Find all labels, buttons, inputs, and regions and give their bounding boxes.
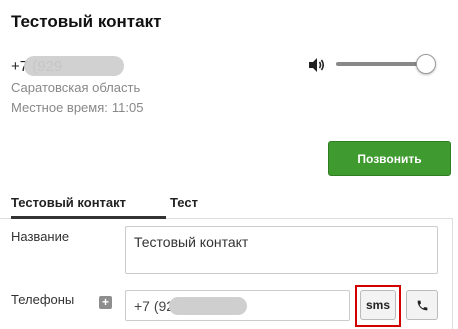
phone-field-text: +7 (92 xyxy=(134,297,175,314)
panel-right-edge xyxy=(452,218,453,329)
phone-icon xyxy=(417,300,427,310)
contact-phone: +7 (929 xyxy=(11,56,125,76)
tab-test-contact[interactable]: Тестовый контакт xyxy=(11,195,126,210)
phone-field[interactable]: +7 (92 xyxy=(125,290,350,321)
name-label: Название xyxy=(11,229,70,244)
volume-slider-handle[interactable] xyxy=(416,54,436,74)
call-button[interactable]: Позвонить xyxy=(328,141,451,176)
volume-icon[interactable] xyxy=(308,57,326,73)
contact-region: Саратовская область xyxy=(11,80,141,95)
sms-button[interactable]: sms xyxy=(360,290,396,320)
local-time-value: 11:05 xyxy=(111,100,144,115)
local-time-label: Местное время: xyxy=(11,100,108,115)
local-time: Местное время: 11:05 xyxy=(11,100,143,115)
active-tab-indicator xyxy=(11,216,166,219)
phones-label: Телефоны xyxy=(11,292,75,307)
call-phone-button[interactable] xyxy=(406,290,438,320)
name-field[interactable]: Тестовый контакт xyxy=(125,226,438,274)
tab-test[interactable]: Тест xyxy=(170,195,198,210)
phone-redaction-mask xyxy=(24,56,125,76)
plus-icon[interactable]: + xyxy=(99,296,112,309)
phone-field-redaction-mask xyxy=(169,296,248,315)
contact-title: Тестовый контакт xyxy=(11,12,162,31)
